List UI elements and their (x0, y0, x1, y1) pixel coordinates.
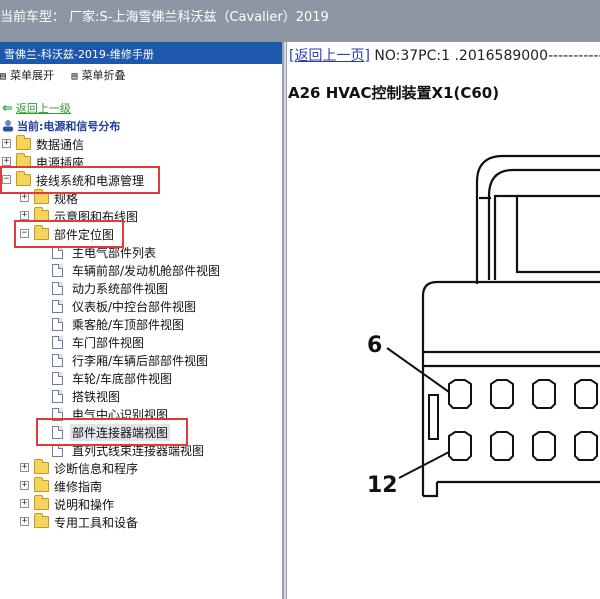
folder-icon (16, 135, 31, 150)
tree-item-front-engine-view[interactable]: 车辆前部/发动机舱部件视图 (0, 262, 280, 280)
document-icon (52, 354, 63, 367)
tree-item-special-tools[interactable]: + 专用工具和设备 (0, 513, 280, 532)
tree-item-powertrain-view[interactable]: 动力系统部件视图 (0, 280, 280, 298)
connector-end-view-diagram: 6 12 (367, 154, 600, 498)
expand-toggle-icon[interactable]: + (20, 463, 29, 472)
expand-all-icon: ▤ (0, 71, 7, 82)
back-to-previous-page-link[interactable]: [返回上一页] (289, 48, 370, 64)
tree-item-wheel-underbody-view[interactable]: 车轮/车底部件视图 (0, 370, 280, 388)
window-title-bar: 当前车型： 厂家:S-上海雪佛兰科沃兹（Cavalier）2019 (0, 0, 600, 42)
tree-item-dash-console-view[interactable]: 仪表板/中控台部件视图 (0, 298, 280, 316)
tree-item-door-view[interactable]: 车门部件视图 (0, 334, 280, 352)
tree-item-data-comm[interactable]: + 数据通信 (0, 135, 280, 154)
highlight-box (36, 418, 188, 446)
tree-item-ground-view[interactable]: 搭铁视图 (0, 388, 280, 406)
content-panel: [返回上一页] NO:37PC:1 .2016589000-----------… (287, 42, 600, 599)
tree-toolbar: ▤ 菜单展开 ▤ 菜单折叠 (0, 64, 282, 84)
back-arrow-icon: ⇐ (2, 101, 13, 116)
document-icon (52, 336, 63, 349)
vehicle-model-text: 当前车型： 厂家:S-上海雪佛兰科沃兹（Cavalier）2019 (0, 10, 329, 25)
manual-header: 雪佛兰-科沃兹-2019-维修手册 (0, 42, 282, 64)
collapse-all-button[interactable]: ▤ 菜单折叠 (72, 69, 126, 82)
highlight-box (14, 220, 124, 248)
document-icon (52, 372, 63, 385)
expand-toggle-icon[interactable]: + (20, 211, 29, 220)
folder-icon (34, 495, 49, 510)
expand-toggle-icon[interactable]: + (20, 481, 29, 490)
expand-toggle-icon[interactable]: + (20, 499, 29, 508)
tree-item-repair-guide[interactable]: + 维修指南 (0, 477, 280, 496)
highlight-box (0, 166, 160, 194)
expand-all-button[interactable]: ▤ 菜单展开 (0, 69, 58, 82)
user-icon (3, 120, 13, 132)
document-icon (52, 264, 63, 277)
folder-icon (34, 477, 49, 492)
latch-bar (428, 394, 439, 440)
content-nav-line: [返回上一页] NO:37PC:1 .2016589000----------- (289, 45, 600, 65)
document-id: NO:37PC:1 .2016589000----------- (369, 48, 600, 64)
pin-label-6: 6 (367, 333, 382, 358)
tree-item-trunk-rear-view[interactable]: 行李厢/车辆后部部件视图 (0, 352, 280, 370)
tree-item-description-operation[interactable]: + 说明和操作 (0, 495, 280, 514)
document-icon (52, 300, 63, 313)
pin-label-12: 12 (367, 473, 398, 498)
manual-tree-panel: 雪佛兰-科沃兹-2019-维修手册 ▤ 菜单展开 ▤ 菜单折叠 ⇐ 返回上一级 当前:… (0, 42, 283, 599)
expand-toggle-icon[interactable]: + (20, 517, 29, 526)
expand-toggle-icon[interactable]: + (20, 193, 29, 202)
collapse-all-icon: ▤ (71, 71, 78, 82)
folder-icon (34, 459, 49, 474)
tree-item-diagnostics[interactable]: + 诊断信息和程序 (0, 459, 280, 478)
document-icon (52, 282, 63, 295)
expand-toggle-icon[interactable]: + (2, 139, 11, 148)
current-section: 当前:电源和信号分布 (2, 118, 120, 134)
document-icon (52, 318, 63, 331)
back-to-parent-link[interactable]: ⇐ 返回上一级 (2, 100, 71, 116)
expand-toggle-icon[interactable]: + (2, 157, 11, 166)
document-title: A26 HVAC控制装置X1(C60) (288, 84, 500, 102)
tree-item-cabin-roof-view[interactable]: 乘客舱/车顶部件视图 (0, 316, 280, 334)
document-icon (52, 390, 63, 403)
folder-icon (34, 513, 49, 528)
